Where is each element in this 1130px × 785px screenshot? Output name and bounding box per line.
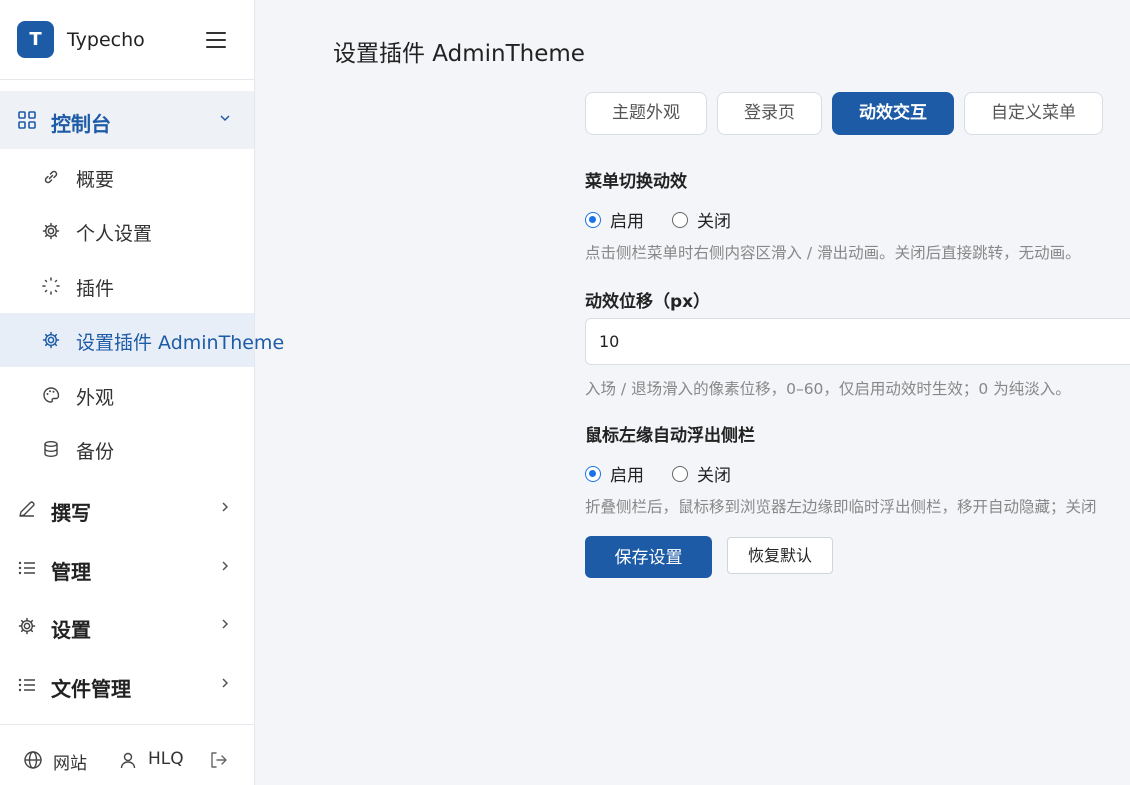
chevron-down-icon bbox=[218, 111, 232, 125]
edge-float-radio-on[interactable]: 启用 bbox=[585, 461, 644, 486]
menu-anim-radio-on[interactable]: 启用 bbox=[585, 207, 644, 232]
site-link[interactable]: 网站 bbox=[53, 749, 87, 774]
sidebar-item-appearance[interactable]: 外观 bbox=[0, 368, 254, 422]
reset-button[interactable]: 恢复默认 bbox=[727, 537, 833, 574]
offset-label: 动效位移（px） bbox=[585, 292, 711, 312]
menu-anim-help: 点击侧栏菜单时右侧内容区滑入 / 滑出动画。关闭后直接跳转，无动画。 bbox=[585, 244, 1081, 262]
radio-dot-icon bbox=[672, 211, 688, 228]
list-icon bbox=[17, 675, 37, 695]
user-icon[interactable] bbox=[119, 751, 137, 769]
sidebar-item-overview[interactable]: 概要 bbox=[0, 150, 254, 204]
edge-float-label: 鼠标左缘自动浮出侧栏 bbox=[585, 426, 755, 446]
chevron-right-icon bbox=[218, 500, 232, 514]
sidebar-item-backup[interactable]: 备份 bbox=[0, 422, 254, 476]
brand-name[interactable]: Typecho bbox=[67, 29, 145, 51]
sidebar-item-write[interactable]: 撰写 bbox=[0, 480, 254, 538]
gear-icon bbox=[41, 330, 61, 350]
plugin-icon bbox=[41, 276, 61, 296]
sidebar: T Typecho 控制台 概要 个人设置 插件 设置插件 AdminTheme… bbox=[0, 0, 284, 785]
sidebar-item-label: 文件管理 bbox=[51, 677, 131, 701]
offset-input[interactable] bbox=[585, 318, 1130, 365]
globe-icon[interactable] bbox=[23, 750, 43, 770]
gear-icon bbox=[17, 616, 37, 636]
radio-dot-icon bbox=[672, 465, 688, 482]
palette-icon bbox=[41, 385, 61, 405]
radio-label: 关闭 bbox=[697, 466, 731, 486]
sidebar-item-label: 概要 bbox=[76, 169, 115, 191]
sidebar-item-label: 控制台 bbox=[51, 112, 111, 136]
tab-animation[interactable]: 动效交互 bbox=[832, 92, 954, 135]
radio-label: 启用 bbox=[610, 466, 644, 486]
database-icon bbox=[41, 439, 61, 459]
link-icon bbox=[41, 167, 61, 187]
radio-label: 关闭 bbox=[697, 212, 731, 232]
brand-logo[interactable]: T bbox=[17, 21, 54, 58]
logout-icon[interactable] bbox=[208, 750, 228, 770]
sidebar-item-admintheme-settings[interactable]: 设置插件 AdminTheme bbox=[0, 313, 284, 367]
tab-theme-appearance[interactable]: 主题外观 bbox=[585, 92, 707, 135]
sidebar-item-label: 设置插件 AdminTheme bbox=[76, 332, 285, 354]
user-name[interactable]: HLQ bbox=[148, 749, 184, 769]
edge-float-help: 折叠侧栏后，鼠标移到浏览器左边缘即临时浮出侧栏，移开自动隐藏；关闭 bbox=[585, 498, 1097, 516]
grid-icon bbox=[17, 110, 37, 130]
tab-custom-menu[interactable]: 自定义菜单 bbox=[964, 92, 1103, 135]
menu-anim-label: 菜单切换动效 bbox=[585, 172, 687, 192]
pencil-icon bbox=[17, 499, 37, 519]
page-title: 设置插件 AdminTheme bbox=[333, 41, 585, 67]
chevron-right-icon bbox=[218, 617, 232, 631]
gear-icon bbox=[41, 221, 61, 241]
sidebar-item-label: 备份 bbox=[76, 441, 115, 463]
sidebar-item-settings[interactable]: 设置 bbox=[0, 597, 254, 655]
sidebar-item-files[interactable]: 文件管理 bbox=[0, 656, 254, 714]
sidebar-footer: 网站 HLQ bbox=[0, 724, 254, 785]
sidebar-item-manage[interactable]: 管理 bbox=[0, 539, 254, 597]
edge-float-radio-off[interactable]: 关闭 bbox=[672, 461, 731, 486]
radio-dot-icon bbox=[585, 211, 601, 228]
tab-login-page[interactable]: 登录页 bbox=[717, 92, 822, 135]
sidebar-item-label: 个人设置 bbox=[76, 223, 153, 245]
sidebar-item-label: 设置 bbox=[51, 618, 91, 642]
sidebar-item-label: 插件 bbox=[76, 278, 115, 300]
sidebar-item-dashboard[interactable]: 控制台 bbox=[0, 91, 254, 149]
chevron-right-icon bbox=[218, 676, 232, 690]
radio-dot-icon bbox=[585, 465, 601, 482]
radio-label: 启用 bbox=[610, 212, 644, 232]
sidebar-item-plugins[interactable]: 插件 bbox=[0, 259, 254, 313]
sidebar-item-label: 管理 bbox=[51, 560, 91, 584]
hamburger-menu-icon[interactable] bbox=[203, 28, 229, 52]
menu-anim-radio-off[interactable]: 关闭 bbox=[672, 207, 731, 232]
sidebar-item-profile[interactable]: 个人设置 bbox=[0, 204, 254, 258]
list-icon bbox=[17, 558, 37, 578]
offset-help: 入场 / 退场滑入的像素位移，0–60，仅启用动效时生效；0 为纯淡入。 bbox=[585, 380, 1071, 398]
chevron-right-icon bbox=[218, 559, 232, 573]
sidebar-item-label: 撰写 bbox=[51, 501, 91, 525]
save-button[interactable]: 保存设置 bbox=[585, 536, 712, 578]
app: T Typecho 控制台 概要 个人设置 插件 设置插件 AdminTheme… bbox=[0, 0, 1130, 785]
sidebar-item-label: 外观 bbox=[76, 387, 115, 409]
brand-header: T Typecho bbox=[0, 0, 254, 80]
